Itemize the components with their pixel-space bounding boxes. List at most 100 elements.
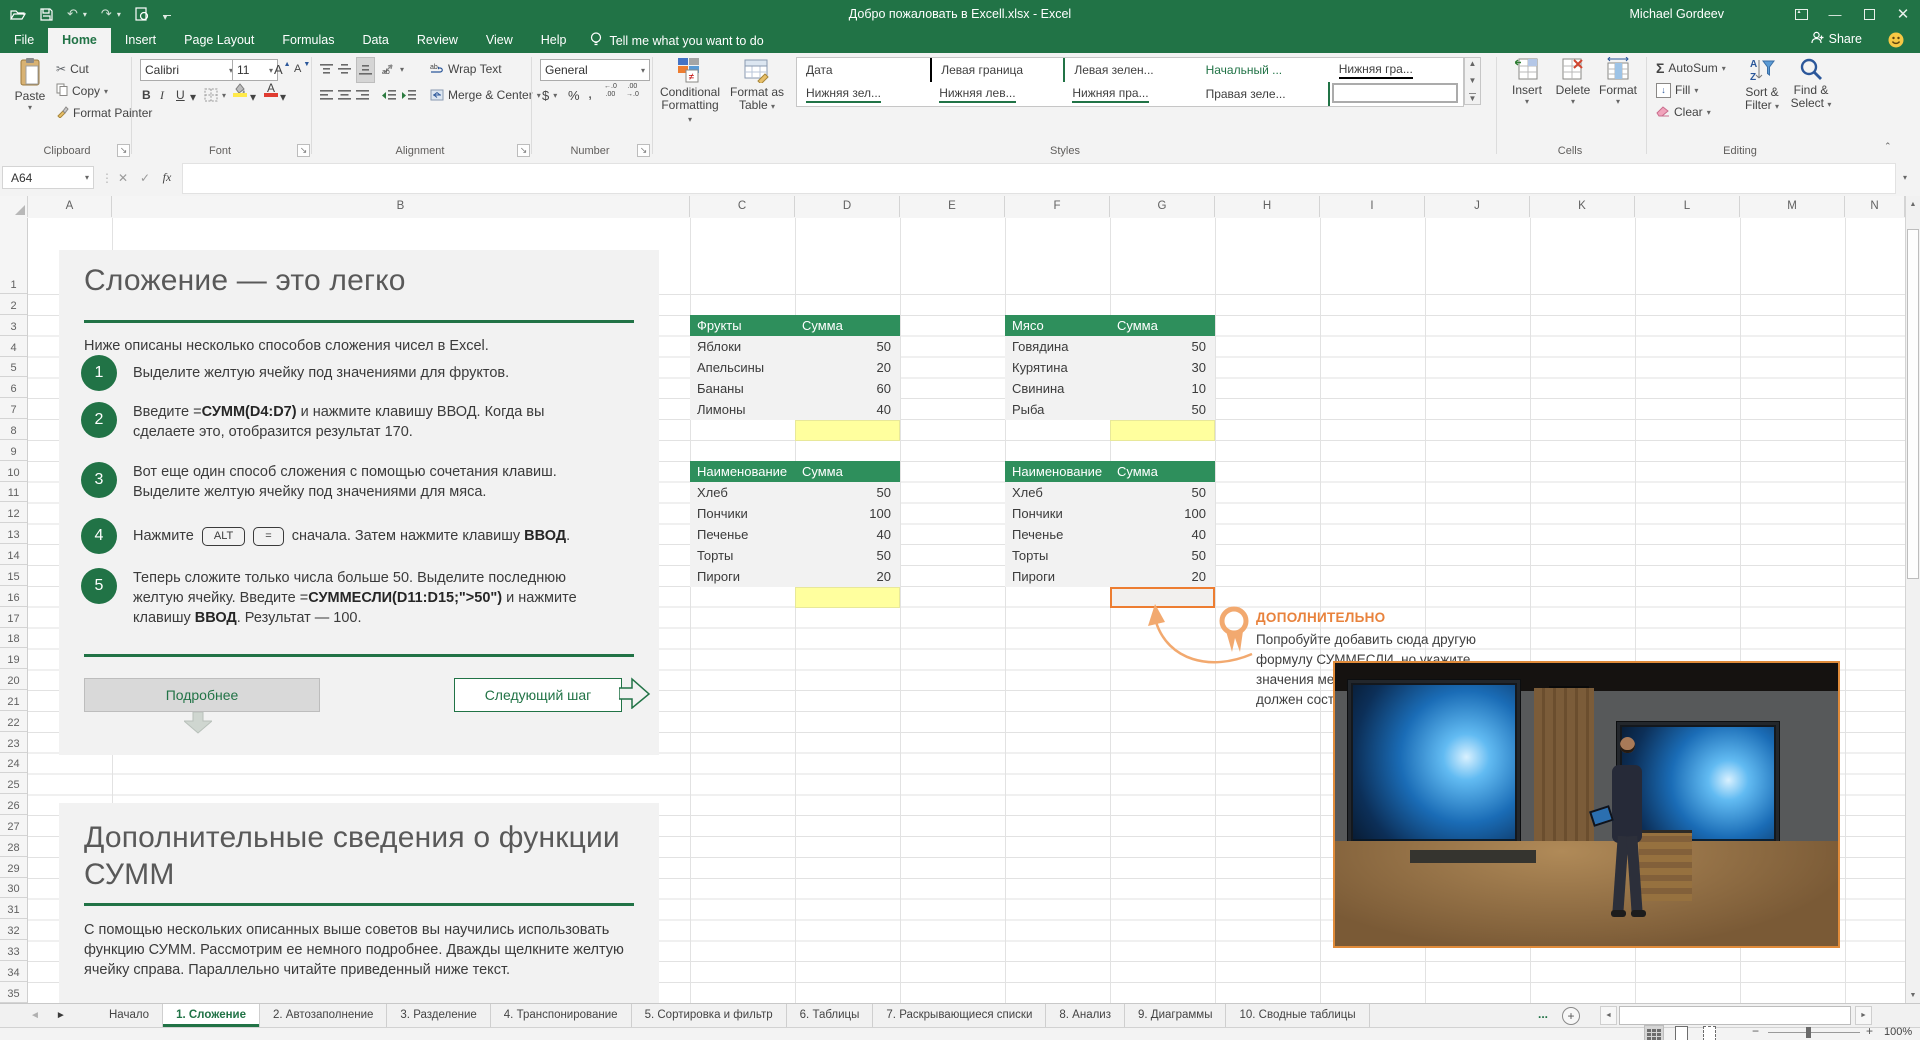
row-header-28[interactable]: 28 <box>0 836 27 857</box>
insert-cells-button[interactable]: Insert▾ <box>1506 57 1548 137</box>
feedback-smiley-icon[interactable] <box>1888 32 1904 53</box>
cell-style-Начальный ...[interactable]: Начальный ... <box>1197 58 1330 82</box>
table-row[interactable]: Торты50 <box>690 545 900 566</box>
paste-button[interactable]: Paste▾ <box>8 57 52 137</box>
sheet-nav-left-icon[interactable]: ◄ <box>30 1010 40 1021</box>
row-header-15[interactable]: 15 <box>0 565 27 586</box>
gallery-down-icon[interactable]: ▼ <box>1469 76 1477 85</box>
format-as-table-button[interactable]: Format asTable ▾ <box>726 57 788 137</box>
zoom-level[interactable]: 100% <box>1884 1026 1912 1038</box>
cell-style-Дата[interactable]: Дата <box>797 58 930 82</box>
ribbon-tab-help[interactable]: Help <box>527 28 581 53</box>
font-family-select[interactable]: Calibri▾ <box>140 59 238 81</box>
zoom-out-button[interactable]: − <box>1752 1024 1759 1038</box>
comma-style-button[interactable]: , <box>588 83 592 103</box>
row-header-12[interactable]: 12 <box>0 502 27 523</box>
conditional-formatting-button[interactable]: ≠ ConditionalFormatting ▾ <box>658 57 722 137</box>
table-row[interactable]: Пончики100 <box>690 503 900 524</box>
column-header-I[interactable]: I <box>1320 196 1425 217</box>
cell-style-empty[interactable] <box>1332 83 1458 103</box>
row-header-4[interactable]: 4 <box>0 336 27 357</box>
sheet-tab-9-диаграммы[interactable]: 9. Диаграммы <box>1125 1004 1226 1027</box>
row-header-13[interactable]: 13 <box>0 523 27 544</box>
italic-button[interactable]: I <box>160 85 164 105</box>
row-header-5[interactable]: 5 <box>0 357 27 378</box>
scroll-down-icon[interactable]: ▼ <box>1906 987 1920 1003</box>
autosum-button[interactable]: ΣAutoSum▾ <box>1656 58 1726 78</box>
scroll-right-icon[interactable]: ► <box>1855 1006 1872 1025</box>
row-header-29[interactable]: 29 <box>0 857 27 878</box>
row-header-3[interactable]: 3 <box>0 315 27 336</box>
format-cells-button[interactable]: Format▾ <box>1596 57 1640 137</box>
row-header-19[interactable]: 19 <box>0 648 27 669</box>
sheet-tab-3-разделение[interactable]: 3. Разделение <box>387 1004 490 1027</box>
styles-gallery-scrollbar[interactable]: ▲ ▼ ▼ <box>1464 57 1481 105</box>
cut-button[interactable]: ✂Cut <box>56 59 89 79</box>
table-row[interactable]: Пончики100 <box>1005 503 1215 524</box>
alignment-dialog-launcher[interactable]: ↘ <box>517 144 530 157</box>
row-header-32[interactable]: 32 <box>0 919 27 940</box>
column-header-C[interactable]: C <box>690 196 795 217</box>
table-row[interactable]: Пироги20 <box>690 566 900 587</box>
ribbon-tab-insert[interactable]: Insert <box>111 28 170 53</box>
gallery-more-icon[interactable]: ▼ <box>1469 93 1477 103</box>
borders-button[interactable]: ▾ <box>204 85 226 105</box>
ribbon-tab-home[interactable]: Home <box>48 28 111 53</box>
font-size-select[interactable]: 11▾ <box>232 59 278 81</box>
percent-style-button[interactable]: % <box>568 85 580 105</box>
column-header-M[interactable]: M <box>1740 196 1845 217</box>
row-header-2[interactable]: 2 <box>0 294 27 315</box>
increase-indent-button[interactable] <box>402 85 416 105</box>
bottom-align-button[interactable] <box>356 57 375 83</box>
table-row[interactable]: Хлеб50 <box>690 482 900 503</box>
column-header-N[interactable]: N <box>1845 196 1905 217</box>
column-header-J[interactable]: J <box>1425 196 1530 217</box>
top-align-button[interactable] <box>320 59 333 79</box>
row-header-25[interactable]: 25 <box>0 773 27 794</box>
horizontal-scrollbar[interactable]: ◄ ► <box>1600 1006 1872 1025</box>
bold-button[interactable]: B <box>142 85 151 105</box>
expand-formula-bar-icon[interactable]: ▾ <box>1894 166 1916 189</box>
table-row[interactable]: Курятина30 <box>1005 357 1215 378</box>
vertical-scrollbar[interactable]: ▲ ▼ <box>1905 196 1920 1003</box>
table-row[interactable]: Апельсины20 <box>690 357 900 378</box>
user-name[interactable]: Michael Gordeev <box>1630 0 1725 28</box>
sheet-nav-right-icon[interactable]: ► <box>56 1010 66 1021</box>
cell-style-Правая зеле...[interactable]: Правая зеле... <box>1197 82 1330 106</box>
column-header-H[interactable]: H <box>1215 196 1320 217</box>
table-row[interactable]: Рыба50 <box>1005 399 1215 420</box>
column-header-G[interactable]: G <box>1110 196 1215 217</box>
shrink-font-button[interactable]: A▼ <box>294 59 310 79</box>
align-center-button[interactable] <box>338 85 351 105</box>
find-select-button[interactable]: Find &Select ▾ <box>1788 57 1834 137</box>
sum-input-cell-yellow[interactable] <box>795 587 900 608</box>
gallery-up-icon[interactable]: ▲ <box>1469 59 1477 68</box>
tell-me[interactable]: Tell me what you want to do <box>590 28 763 53</box>
table-row[interactable]: Торты50 <box>1005 545 1215 566</box>
zoom-slider-thumb[interactable] <box>1806 1027 1811 1038</box>
name-box[interactable]: A64▾ <box>2 166 94 189</box>
fill-color-dropdown-icon[interactable]: ▾ <box>250 87 256 107</box>
cell-style-Нижняя пра...[interactable]: Нижняя пра... <box>1063 82 1196 106</box>
grow-font-button[interactable]: A▲ <box>274 59 291 79</box>
row-header-26[interactable]: 26 <box>0 794 27 815</box>
clear-button[interactable]: Clear▾ <box>1656 102 1711 122</box>
more-details-button[interactable]: Подробнее <box>84 678 320 712</box>
sheet-grid[interactable]: Сложение — это легко Ниже описаны нескол… <box>28 218 1905 1003</box>
normal-view-button[interactable] <box>1644 1025 1664 1040</box>
decrease-indent-button[interactable] <box>382 85 396 105</box>
row-header-27[interactable]: 27 <box>0 815 27 836</box>
row-header-9[interactable]: 9 <box>0 440 27 461</box>
font-dialog-launcher[interactable]: ↘ <box>297 144 310 157</box>
row-header-14[interactable]: 14 <box>0 544 27 565</box>
ribbon-tab-page-layout[interactable]: Page Layout <box>170 28 268 53</box>
scroll-left-icon[interactable]: ◄ <box>1600 1006 1617 1025</box>
next-step-button[interactable]: Следующий шаг <box>454 678 622 712</box>
table-row[interactable]: Хлеб50 <box>1005 482 1215 503</box>
wrap-text-button[interactable]: ab Wrap Text <box>430 59 502 79</box>
cancel-entry-icon[interactable]: ✕ <box>112 166 134 189</box>
sheet-tab-6-таблицы[interactable]: 6. Таблицы <box>787 1004 874 1027</box>
row-header-31[interactable]: 31 <box>0 898 27 919</box>
insert-function-icon[interactable]: fx <box>156 166 178 189</box>
column-header-K[interactable]: K <box>1530 196 1635 217</box>
